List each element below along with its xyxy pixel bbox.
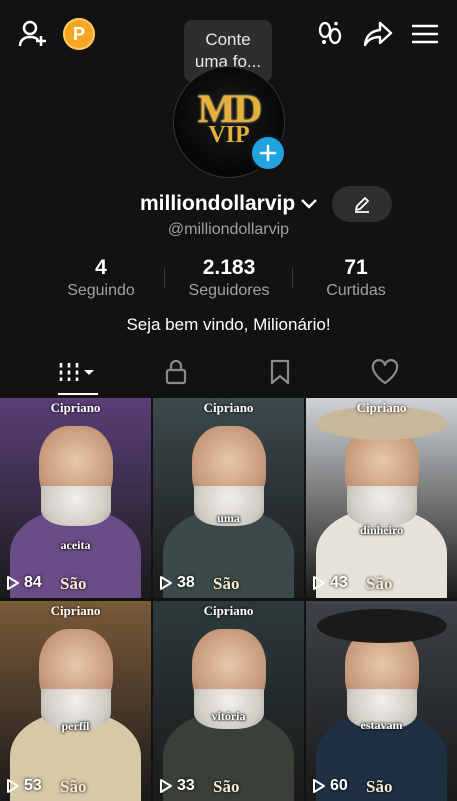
video-caption: vitória xyxy=(211,709,246,723)
video-caption: dinheiro xyxy=(359,523,404,537)
video-views: 43 xyxy=(312,574,348,592)
video-bottom-text: São xyxy=(60,777,87,796)
add-story-button[interactable] xyxy=(249,134,287,172)
beard-shape xyxy=(346,486,417,526)
video-top-text: Cipriano xyxy=(203,400,254,415)
video-bottom-text: São xyxy=(213,777,240,796)
video-top-text: Cipriano xyxy=(356,400,407,415)
video-top-text: Cipriano xyxy=(50,400,101,415)
stat-following[interactable]: 4 Seguindo xyxy=(36,256,166,300)
stat-likes-label: Curtidas xyxy=(326,282,386,299)
lock-icon xyxy=(165,359,187,385)
video-caption: uma xyxy=(217,511,240,525)
video-thumbnail[interactable]: Cipriano aceita 84 São xyxy=(0,398,151,598)
coin-label: P xyxy=(72,23,85,44)
stat-followers-value: 2.183 xyxy=(202,256,256,279)
video-bottom-text: São xyxy=(213,574,240,593)
user-handle: @milliondollarvip xyxy=(167,221,290,238)
play-icon xyxy=(313,779,325,793)
bookmark-icon xyxy=(270,359,290,385)
video-view-count: 33 xyxy=(177,777,195,794)
username[interactable]: milliondollarvip xyxy=(140,192,295,216)
video-views: 38 xyxy=(159,574,195,592)
video-view-count: 60 xyxy=(330,777,348,794)
tab-private[interactable] xyxy=(146,350,206,394)
video-view-count: 43 xyxy=(330,574,348,591)
video-caption: perfil xyxy=(61,719,90,733)
stat-likes[interactable]: 71 Curtidas xyxy=(291,256,421,300)
video-bottom-text: São xyxy=(366,777,393,796)
top-bar: P Conte uma fo... xyxy=(0,0,457,82)
video-top-text: Cipriano xyxy=(203,603,254,618)
video-thumbnail[interactable]: estavam 60 São xyxy=(306,601,457,801)
bio: Seja bem vindo, Milionário! xyxy=(126,315,331,334)
video-caption: aceita xyxy=(60,538,91,552)
play-icon xyxy=(160,779,172,793)
video-thumbnail[interactable]: Cipriano dinheiro 43 São xyxy=(306,398,457,598)
tab-favorites[interactable] xyxy=(250,350,310,394)
menu-icon[interactable] xyxy=(409,18,441,50)
tooltip-line1: Conte xyxy=(205,30,251,49)
video-caption: estavam xyxy=(360,718,403,732)
grid-icon xyxy=(58,363,94,381)
profile-tabs xyxy=(0,350,457,396)
heart-icon xyxy=(371,359,399,385)
stat-following-value: 4 xyxy=(95,256,107,279)
video-top-text: Cipriano xyxy=(50,603,101,618)
stat-followers[interactable]: 2.183 Seguidores xyxy=(164,256,294,300)
stat-likes-value: 71 xyxy=(344,256,368,279)
video-thumbnail[interactable]: Cipriano uma 38 São xyxy=(153,398,304,598)
play-icon xyxy=(7,779,19,793)
video-views: 53 xyxy=(6,777,42,795)
play-icon xyxy=(7,576,19,590)
pencil-icon xyxy=(355,197,369,213)
footprints-icon[interactable] xyxy=(314,18,346,50)
video-view-count: 38 xyxy=(177,574,195,591)
stat-followers-label: Seguidores xyxy=(188,282,270,299)
add-friend-icon[interactable] xyxy=(16,18,50,50)
video-bottom-text: São xyxy=(366,574,393,593)
video-view-count: 53 xyxy=(24,777,42,794)
video-bottom-text: São xyxy=(60,574,87,593)
chevron-down-icon[interactable] xyxy=(300,196,318,215)
video-views: 84 xyxy=(6,574,42,592)
tab-liked[interactable] xyxy=(355,350,415,394)
active-tab-indicator xyxy=(58,393,98,395)
tab-videos[interactable] xyxy=(48,350,108,394)
video-views: 33 xyxy=(159,777,195,795)
play-icon xyxy=(313,576,325,590)
video-views: 60 xyxy=(312,777,348,795)
video-thumbnail[interactable]: Cipriano perfil 53 São xyxy=(0,601,151,801)
beard-shape xyxy=(40,486,111,526)
stat-following-label: Seguindo xyxy=(67,282,135,299)
share-icon[interactable] xyxy=(361,18,395,50)
video-grid: Cipriano aceita 84 São Cipriano uma 38 São Cipri… xyxy=(0,398,457,801)
hat-shape xyxy=(316,609,447,643)
coins-icon[interactable]: P xyxy=(63,18,95,50)
video-view-count: 84 xyxy=(24,574,42,591)
video-thumbnail[interactable]: Cipriano vitória 33 São xyxy=(153,601,304,801)
plus-icon xyxy=(259,144,277,162)
play-icon xyxy=(160,576,172,590)
edit-profile-button[interactable] xyxy=(332,186,392,222)
